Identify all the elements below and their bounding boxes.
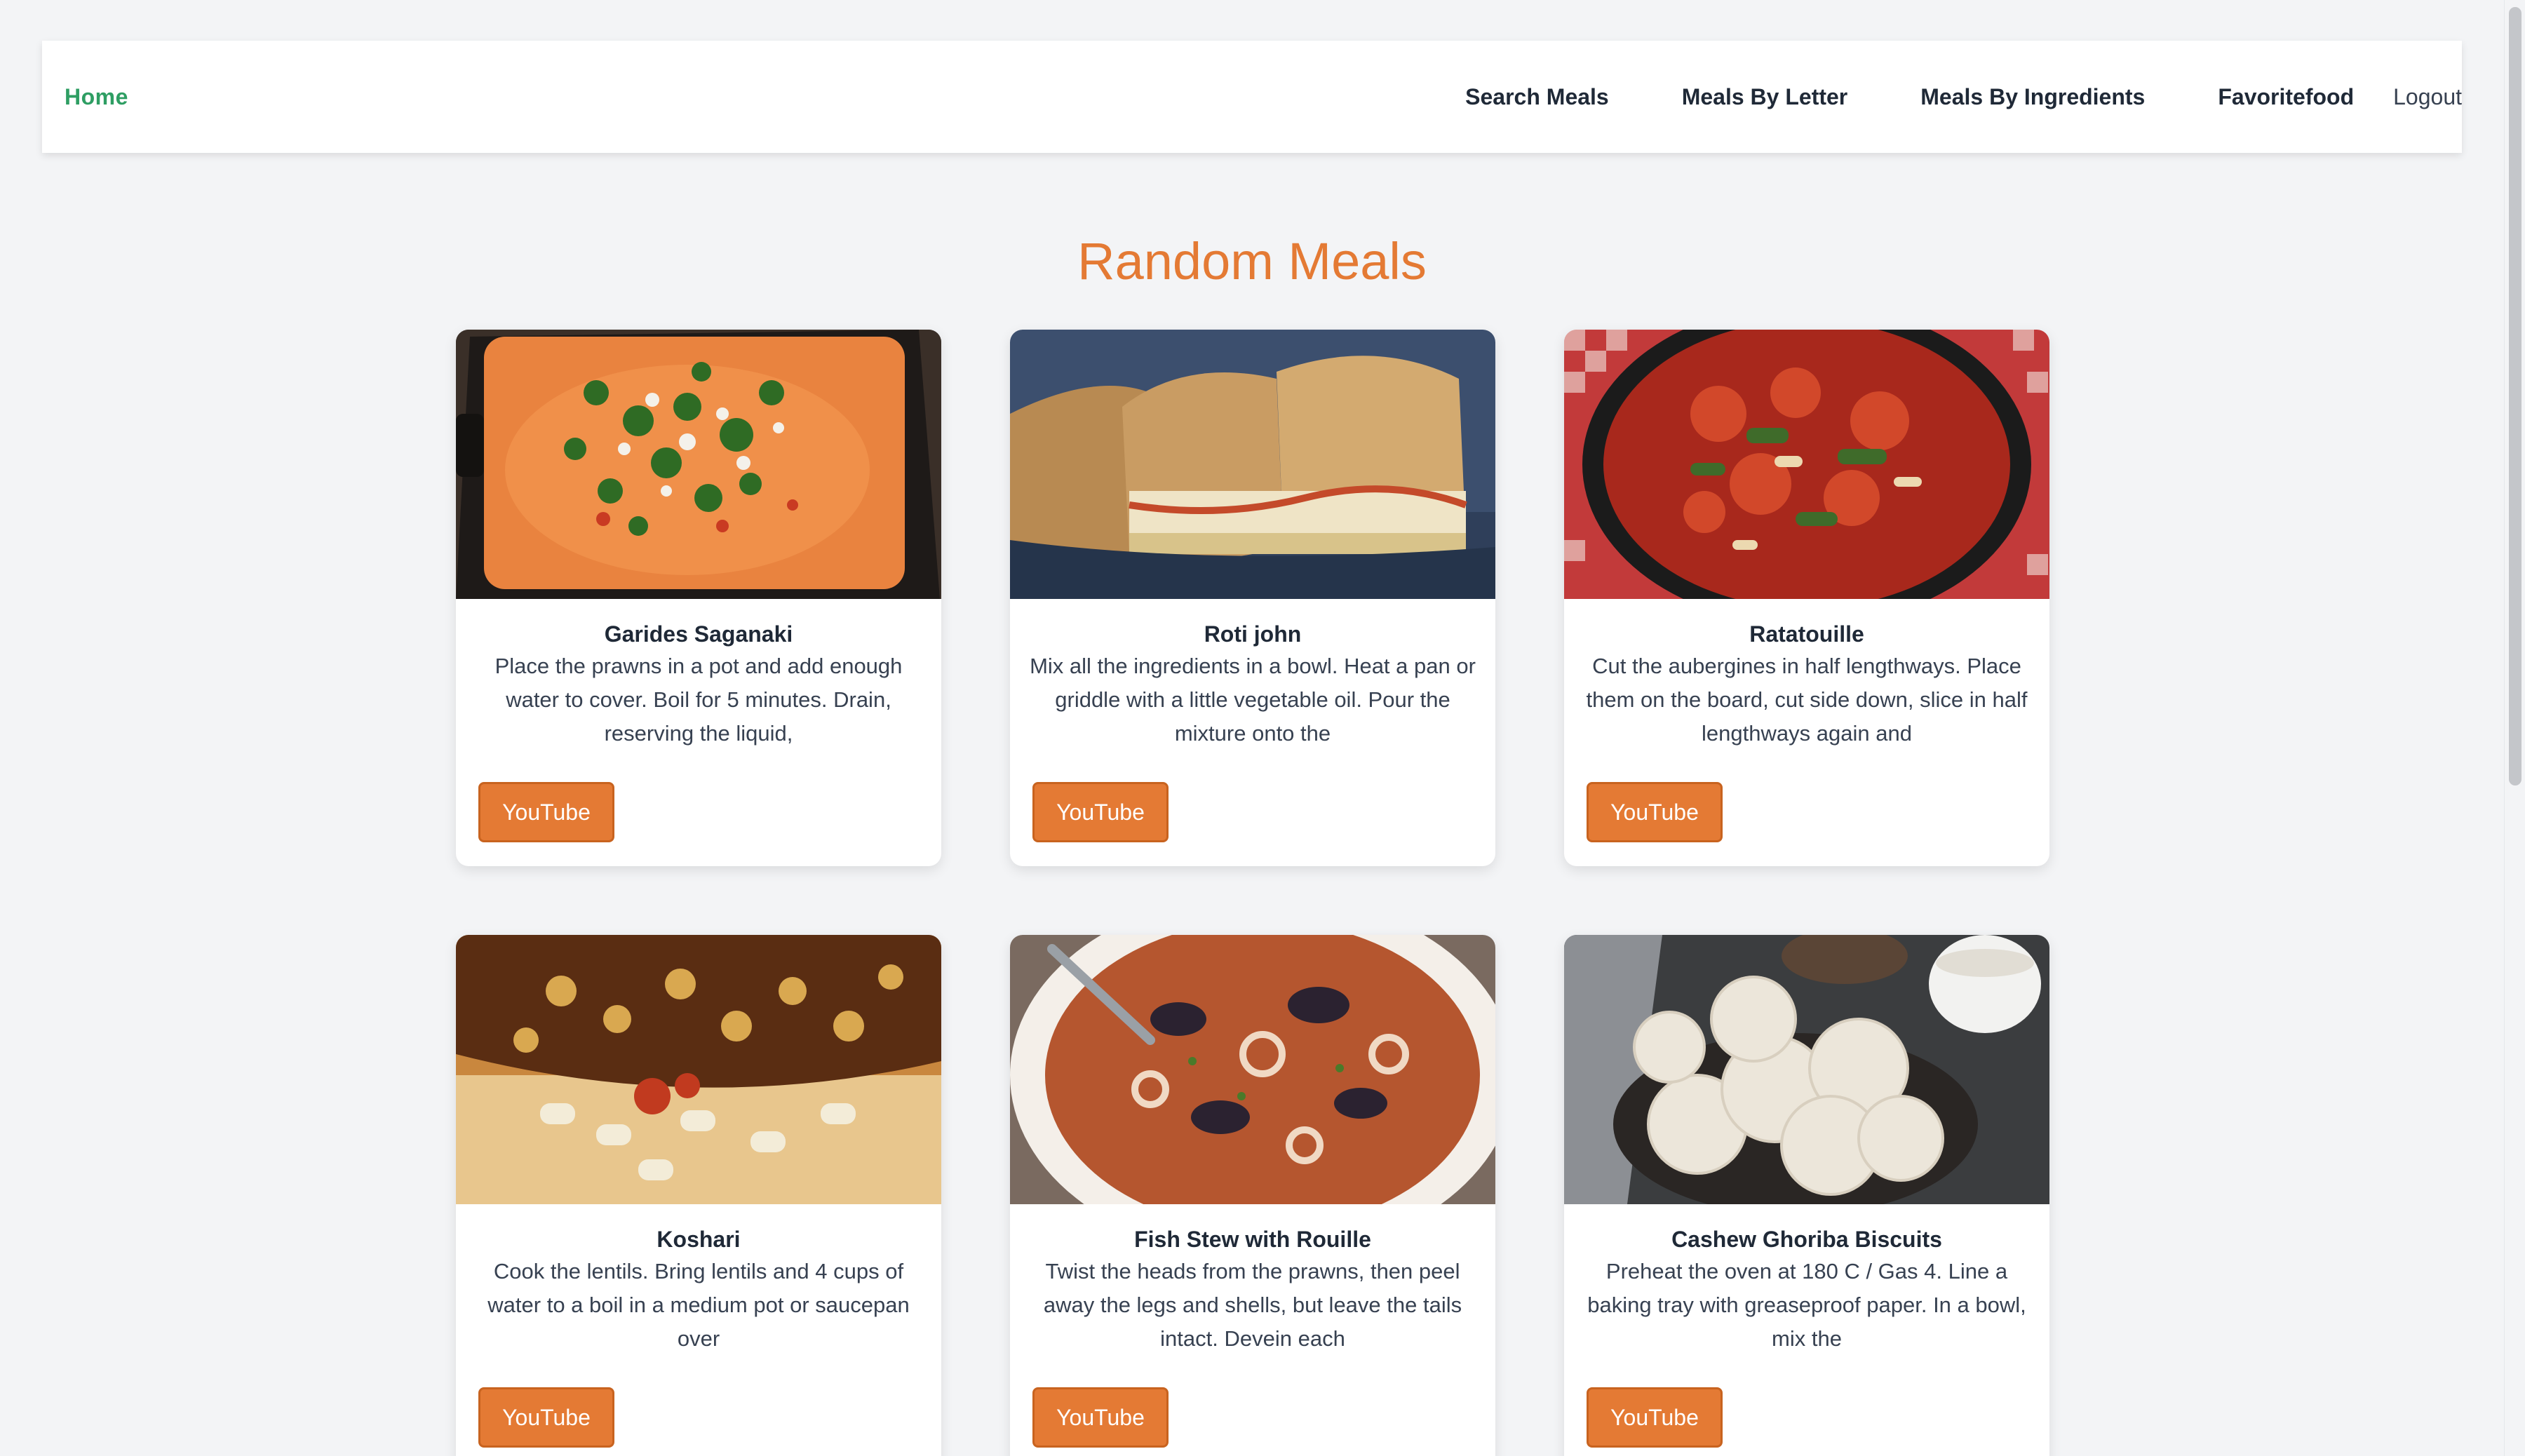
meal-image-prawn-saganaki[interactable] (456, 330, 941, 599)
meal-card: Roti john Mix all the ingredients in a b… (1010, 330, 1495, 866)
meal-description: Place the prawns in a pot and add enough… (494, 654, 903, 746)
meal-card: Fish Stew with Rouille Twist the heads f… (1010, 935, 1495, 1456)
meal-title: Roti john (1204, 621, 1302, 647)
page-title: Random Meals (1077, 232, 1427, 290)
meal-card: Ratatouille Cut the aubergines in half l… (1564, 330, 2049, 866)
meals-grid: Garides Saganaki Place the prawns in a p… (456, 330, 2049, 1456)
page: Home Search Meals Meals By Letter Meals … (0, 0, 2525, 1456)
meal-title: Garides Saganaki (604, 621, 793, 647)
meal-description: Preheat the oven at 180 C / Gas 4. Line … (1587, 1259, 2026, 1351)
meal-card: Garides Saganaki Place the prawns in a p… (456, 330, 941, 866)
youtube-button[interactable]: YouTube (1587, 1387, 1723, 1448)
meal-title: Cashew Ghoriba Biscuits (1671, 1227, 1942, 1252)
meal-description: Mix all the ingredients in a bowl. Heat … (1030, 654, 1476, 746)
meal-card-body: Cashew Ghoriba Biscuits Preheat the oven… (1564, 1204, 2049, 1356)
meal-image-fish-stew[interactable] (1010, 935, 1495, 1204)
scrollbar-thumb[interactable] (2509, 7, 2521, 786)
nav-favoritefood-link[interactable]: Favoritefood (2218, 84, 2354, 110)
nav-meals-by-ingredients-link[interactable]: Meals By Ingredients (1920, 84, 2145, 110)
meal-image-ratatouille[interactable] (1564, 330, 2049, 599)
meal-title: Koshari (656, 1227, 741, 1252)
nav-right-group: Search Meals Meals By Letter Meals By In… (1465, 41, 2462, 153)
youtube-button[interactable]: YouTube (478, 1387, 614, 1448)
meal-image-roti-john[interactable] (1010, 330, 1495, 599)
nav-search-meals-link[interactable]: Search Meals (1465, 84, 1609, 110)
youtube-button[interactable]: YouTube (478, 782, 614, 842)
meal-card-body: Fish Stew with Rouille Twist the heads f… (1010, 1204, 1495, 1356)
youtube-button[interactable]: YouTube (1587, 782, 1723, 842)
top-navbar: Home Search Meals Meals By Letter Meals … (42, 41, 2462, 153)
meal-card-body: Koshari Cook the lentils. Bring lentils … (456, 1204, 941, 1356)
meal-title: Ratatouille (1749, 621, 1864, 647)
nav-logout-link[interactable]: Logout (2393, 84, 2462, 110)
youtube-button[interactable]: YouTube (1032, 782, 1169, 842)
meal-description: Cut the aubergines in half lengthways. P… (1586, 654, 2028, 746)
meal-description: Cook the lentils. Bring lentils and 4 cu… (487, 1259, 910, 1351)
vertical-scrollbar[interactable] (2504, 0, 2525, 1456)
meal-card-body: Garides Saganaki Place the prawns in a p… (456, 599, 941, 750)
meal-title: Fish Stew with Rouille (1134, 1227, 1371, 1252)
nav-meals-by-letter-link[interactable]: Meals By Letter (1682, 84, 1848, 110)
meal-card: Cashew Ghoriba Biscuits Preheat the oven… (1564, 935, 2049, 1456)
meal-card-body: Ratatouille Cut the aubergines in half l… (1564, 599, 2049, 750)
meal-image-ghoriba-biscuits[interactable] (1564, 935, 2049, 1204)
meal-card: Koshari Cook the lentils. Bring lentils … (456, 935, 941, 1456)
meal-image-koshari[interactable] (456, 935, 941, 1204)
youtube-button[interactable]: YouTube (1032, 1387, 1169, 1448)
meal-card-body: Roti john Mix all the ingredients in a b… (1010, 599, 1495, 750)
nav-home-link[interactable]: Home (65, 41, 128, 153)
meal-description: Twist the heads from the prawns, then pe… (1043, 1259, 1462, 1351)
